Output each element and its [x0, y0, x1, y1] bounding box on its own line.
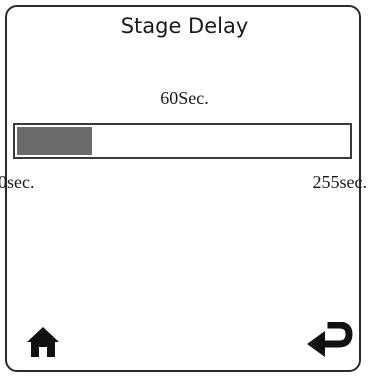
- return-arrow-icon: [307, 322, 353, 357]
- page-title: Stage Delay: [120, 14, 249, 38]
- home-button[interactable]: [26, 325, 60, 359]
- delay-slider[interactable]: [13, 123, 352, 159]
- slider-max-label: 255sec.: [312, 172, 367, 192]
- home-icon: [27, 327, 59, 357]
- current-delay-value: 60Sec.: [160, 88, 209, 108]
- back-button[interactable]: [305, 322, 353, 362]
- slider-min-label: 0sec.: [0, 172, 35, 192]
- device-screen: [5, 5, 361, 372]
- delay-slider-fill: [15, 125, 94, 157]
